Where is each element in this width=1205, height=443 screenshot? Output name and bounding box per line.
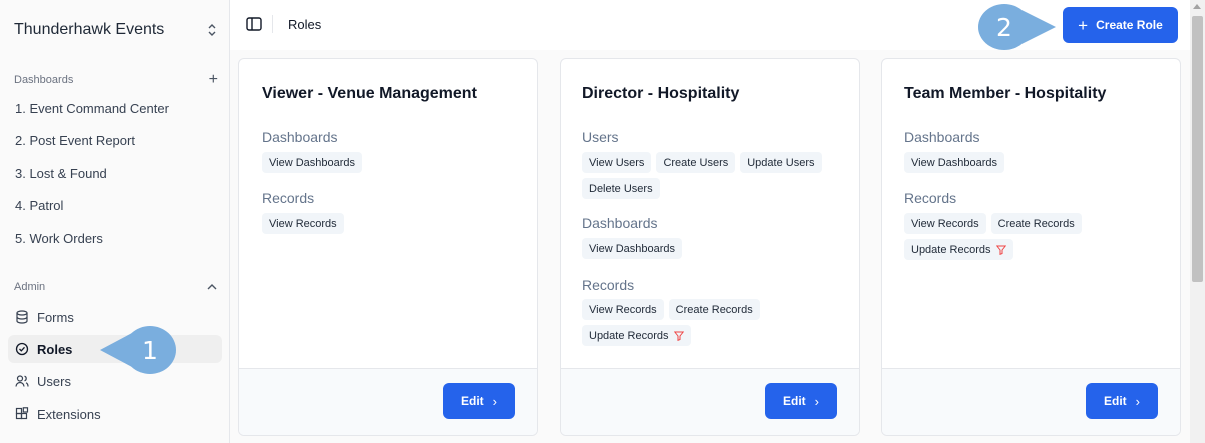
chevron-up-icon[interactable] <box>206 283 218 291</box>
permission-list: View Records <box>262 213 512 234</box>
scroll-up-arrow-icon[interactable] <box>1193 4 1201 9</box>
permission-chip: Create Records <box>990 213 1082 234</box>
sidebar-item-label: Forms <box>37 309 74 325</box>
permission-list: View Dashboards <box>262 152 512 173</box>
admin-section-header[interactable]: Admin <box>14 281 218 293</box>
database-icon <box>15 310 29 324</box>
permission-list: View Users Create Users Update Users Del… <box>582 152 832 199</box>
sidebar-item-users[interactable]: Users <box>8 367 222 395</box>
sidebar-item-event-command-center[interactable]: 1. Event Command Center <box>8 94 222 122</box>
chevron-right-icon: › <box>814 393 819 409</box>
edit-role-button[interactable]: Edit › <box>1086 383 1158 419</box>
role-card-director-hospitality: Director - Hospitality Users View Users … <box>560 58 860 436</box>
card-footer: Edit › <box>561 368 859 435</box>
permission-list: View Records Create Records Update Recor… <box>582 299 832 346</box>
edit-label: Edit <box>460 394 484 408</box>
scrollbar-thumb[interactable] <box>1192 16 1203 282</box>
create-role-label: Create Role <box>1096 18 1163 32</box>
dashboards-section-header: Dashboards + <box>14 72 218 88</box>
permission-chip: Create Records <box>668 299 760 320</box>
permission-chip-label: Update Records <box>589 329 669 342</box>
sidebar-item-extensions[interactable]: Extensions <box>8 400 222 428</box>
sidebar-toggle-icon[interactable] <box>246 17 262 31</box>
callout-badge-2: 2 <box>978 4 1030 50</box>
org-switcher[interactable]: Thunderhawk Events <box>14 20 218 40</box>
permission-group-label: Dashboards <box>582 215 658 231</box>
plus-icon: + <box>1078 15 1089 35</box>
sidebar-item-post-event-report[interactable]: 2. Post Event Report <box>8 126 222 154</box>
permission-chip: Delete Users <box>582 178 660 199</box>
permission-list: View Records Create Records Update Recor… <box>904 213 1154 260</box>
breadcrumb: Roles <box>288 17 322 32</box>
sidebar-item-lost-and-found[interactable]: 3. Lost & Found <box>8 159 222 187</box>
permission-group-label: Dashboards <box>262 129 338 145</box>
permission-group-label: Dashboards <box>904 129 980 145</box>
permission-chip: View Records <box>262 213 344 234</box>
role-title: Viewer - Venue Management <box>262 85 477 102</box>
permission-list: View Dashboards <box>582 238 832 259</box>
callout-badge-1: 1 <box>124 326 176 374</box>
edit-role-button[interactable]: Edit › <box>443 383 515 419</box>
permission-group-label: Records <box>262 190 315 206</box>
add-dashboard-icon[interactable]: + <box>209 72 218 88</box>
permission-chip: View Dashboards <box>582 238 683 259</box>
edit-label: Edit <box>782 394 806 408</box>
card-footer: Edit › <box>239 368 537 435</box>
permission-list: View Dashboards <box>904 152 1154 173</box>
role-card-viewer-venue-management: Viewer - Venue Management Dashboards Vie… <box>238 58 538 436</box>
sidebar-item-label: 1. Event Command Center <box>15 100 169 116</box>
role-card-team-member-hospitality: Team Member - Hospitality Dashboards Vie… <box>881 58 1181 436</box>
sidebar-item-label: Extensions <box>37 406 101 422</box>
role-title: Director - Hospitality <box>582 85 740 102</box>
permission-chip: View Records <box>904 213 986 234</box>
blocks-icon <box>15 407 29 421</box>
sidebar: Thunderhawk Events Dashboards + 1. Event… <box>0 0 230 443</box>
permission-group-label: Records <box>904 190 957 206</box>
sidebar-item-label: 3. Lost & Found <box>15 165 107 181</box>
permission-chip: Update Users <box>740 152 822 173</box>
card-footer: Edit › <box>882 368 1180 435</box>
permission-chip: Create Users <box>656 152 736 173</box>
permission-group-label: Users <box>582 129 619 145</box>
users-icon <box>15 374 29 388</box>
create-role-button[interactable]: + Create Role <box>1063 7 1178 43</box>
permission-chip-conditional: Update Records <box>904 239 1013 260</box>
sidebar-item-label: 4. Patrol <box>15 197 64 213</box>
sidebar-item-forms[interactable]: Forms <box>8 303 222 331</box>
filter-icon <box>673 331 684 341</box>
permission-chip: View Dashboards <box>262 152 363 173</box>
divider <box>272 15 273 33</box>
dashboards-section-label: Dashboards <box>14 74 74 86</box>
chevron-right-icon: › <box>1135 393 1140 409</box>
edit-label: Edit <box>1103 394 1127 408</box>
permission-chip-label: Update Records <box>911 243 991 256</box>
sidebar-item-label: Roles <box>37 341 73 357</box>
sidebar-item-patrol[interactable]: 4. Patrol <box>8 191 222 219</box>
permission-chip-conditional: Update Records <box>582 325 691 346</box>
permission-chip: View Dashboards <box>904 152 1005 173</box>
sidebar-item-work-orders[interactable]: 5. Work Orders <box>8 224 222 252</box>
role-title: Team Member - Hospitality <box>904 85 1107 102</box>
sidebar-item-label: Users <box>37 373 71 389</box>
chevrons-up-down-icon <box>208 24 216 36</box>
org-name: Thunderhawk Events <box>14 21 165 38</box>
sidebar-item-label: 5. Work Orders <box>15 230 103 246</box>
edit-role-button[interactable]: Edit › <box>765 383 837 419</box>
permission-chip: View Records <box>582 299 664 320</box>
check-circle-icon <box>15 342 29 356</box>
admin-section-label: Admin <box>14 281 46 293</box>
permission-chip: View Users <box>582 152 652 173</box>
filter-icon <box>995 245 1006 255</box>
permission-group-label: Records <box>582 277 635 293</box>
sidebar-item-label: 2. Post Event Report <box>15 132 135 148</box>
chevron-right-icon: › <box>492 393 497 409</box>
